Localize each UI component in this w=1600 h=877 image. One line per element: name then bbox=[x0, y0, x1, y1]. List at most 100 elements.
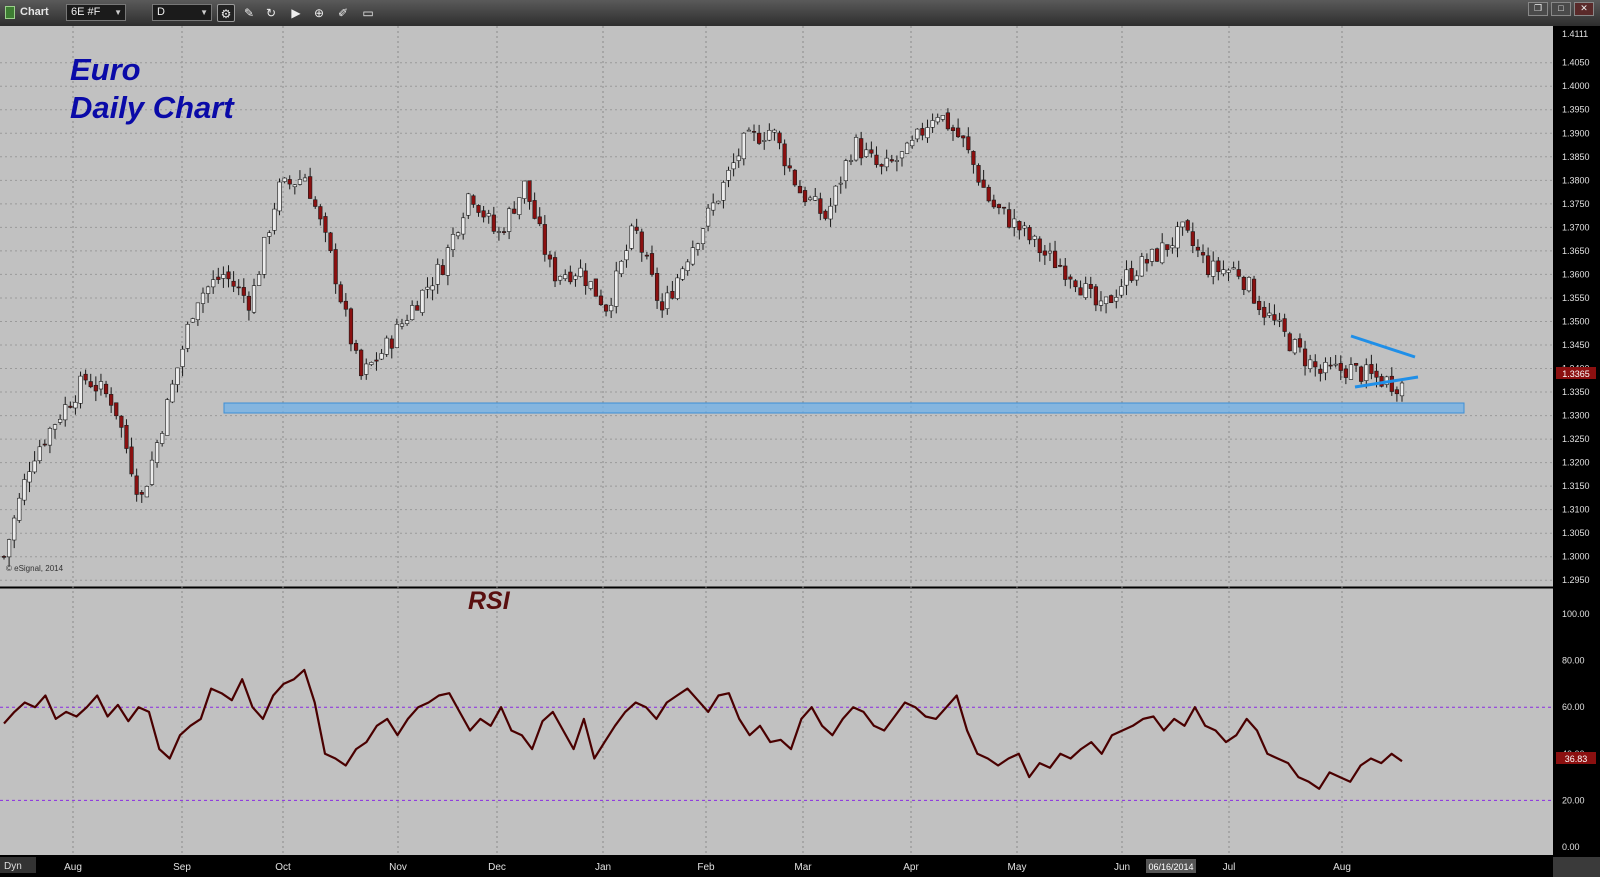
rsi-tick-label: 60.00 bbox=[1562, 702, 1585, 712]
close-button[interactable]: ✕ bbox=[1574, 2, 1594, 16]
candle-body bbox=[47, 428, 53, 446]
candle-body bbox=[522, 180, 527, 199]
candle-body bbox=[1328, 364, 1333, 367]
candle-body bbox=[93, 384, 98, 392]
close-icon: ✕ bbox=[1580, 3, 1588, 13]
play-button[interactable]: ▶ bbox=[287, 4, 305, 22]
interval-value: D bbox=[157, 6, 165, 18]
candle-body bbox=[195, 302, 200, 321]
candle-body bbox=[1109, 295, 1114, 304]
candle-body bbox=[78, 375, 83, 404]
candle-body bbox=[1246, 277, 1252, 292]
candle-body bbox=[1119, 286, 1124, 296]
candle-body bbox=[455, 232, 461, 237]
candle-body bbox=[762, 140, 767, 142]
candle-body bbox=[537, 216, 542, 225]
candle-body bbox=[711, 202, 716, 211]
candle-body bbox=[63, 404, 68, 421]
candle-body bbox=[1007, 209, 1012, 228]
interval-select[interactable]: D ▼ bbox=[152, 4, 212, 21]
candle-body bbox=[726, 170, 731, 181]
candle-body bbox=[787, 165, 792, 169]
restore-button[interactable]: ❐ bbox=[1528, 2, 1548, 16]
candle-body bbox=[665, 292, 670, 309]
candle-body bbox=[578, 267, 583, 277]
candle-body bbox=[1389, 375, 1394, 392]
price-tick-label: 1.3300 bbox=[1562, 411, 1590, 421]
candle-body bbox=[129, 446, 134, 475]
rsi-tick-label: 20.00 bbox=[1562, 795, 1585, 805]
candle-body bbox=[971, 151, 976, 165]
candle-body bbox=[700, 228, 706, 244]
zoom-icon: ⊕ bbox=[313, 6, 325, 20]
chart-title-line1: Euro bbox=[70, 52, 141, 87]
candle-body bbox=[1257, 300, 1262, 311]
candle-body bbox=[1241, 276, 1246, 290]
candle-body bbox=[481, 210, 486, 218]
candle-body bbox=[981, 179, 986, 188]
maximize-button[interactable]: □ bbox=[1551, 2, 1571, 16]
candle-body bbox=[568, 271, 573, 283]
candle-body bbox=[27, 471, 32, 483]
candle-body bbox=[904, 142, 910, 154]
candle-body bbox=[308, 176, 313, 199]
support-zone[interactable] bbox=[223, 402, 1465, 414]
candle-body bbox=[491, 214, 496, 232]
candle-body bbox=[593, 278, 598, 297]
candle-body bbox=[1195, 246, 1201, 251]
candle-body bbox=[1129, 268, 1134, 281]
candle-body bbox=[1251, 278, 1257, 304]
candle-body bbox=[501, 231, 507, 233]
candle-body bbox=[282, 177, 287, 182]
price-tick-label: 1.3350 bbox=[1562, 387, 1590, 397]
settings-button[interactable]: ⚙ bbox=[217, 4, 235, 22]
window-button[interactable]: ▭ bbox=[359, 4, 377, 22]
refresh-button[interactable]: ↻ bbox=[262, 4, 280, 22]
candle-body bbox=[211, 279, 216, 288]
candle-body bbox=[1047, 250, 1053, 254]
candle-body bbox=[685, 261, 690, 271]
candle-body bbox=[833, 185, 838, 206]
candle-body bbox=[690, 247, 695, 265]
candle-body bbox=[1353, 363, 1359, 366]
candle-body bbox=[328, 232, 333, 252]
candle-body bbox=[746, 129, 752, 132]
symbol-select[interactable]: 6E #F ▼ bbox=[66, 4, 126, 21]
candle-body bbox=[1149, 248, 1155, 262]
candle-body bbox=[1348, 364, 1354, 380]
candle-body bbox=[802, 190, 808, 203]
candle-body bbox=[706, 207, 711, 227]
candle-body bbox=[1282, 318, 1287, 332]
candle-body bbox=[552, 257, 558, 282]
price-tick-label: 1.3450 bbox=[1562, 340, 1590, 350]
time-tick-label: Feb bbox=[697, 862, 715, 873]
tools-button[interactable]: ✐ bbox=[334, 4, 352, 22]
rsi-tick-label: 80.00 bbox=[1562, 656, 1585, 666]
candle-body bbox=[1262, 306, 1267, 318]
chart-canvas: 1.4111 1.4050 1.4000 1.3950 1.3900 1.3850 1.38… bbox=[0, 26, 1600, 877]
candle-body bbox=[1308, 359, 1313, 369]
candle-body bbox=[884, 157, 889, 168]
candle-body bbox=[42, 443, 47, 446]
candle-body bbox=[609, 305, 614, 312]
candle-body bbox=[680, 268, 685, 280]
candle-body bbox=[103, 383, 109, 395]
candle-body bbox=[1369, 364, 1374, 374]
zoom-button[interactable]: ⊕ bbox=[310, 4, 328, 22]
candle-body bbox=[792, 169, 797, 186]
candle-body bbox=[848, 160, 854, 162]
rsi-tick-label: 0.00 bbox=[1562, 842, 1580, 852]
candle-body bbox=[471, 195, 476, 205]
candle-body bbox=[1027, 227, 1032, 241]
candle-body bbox=[1144, 259, 1149, 264]
candle-body bbox=[359, 349, 364, 377]
rsi-plot-area bbox=[0, 588, 1553, 855]
candle-body bbox=[496, 231, 502, 233]
draw-button[interactable]: ✎ bbox=[240, 4, 258, 22]
candle-body bbox=[843, 160, 848, 182]
candle-body bbox=[7, 539, 12, 558]
candle-body bbox=[644, 254, 649, 257]
candle-body bbox=[1175, 226, 1180, 249]
rsi-label: RSI bbox=[468, 587, 511, 615]
candle-body bbox=[1154, 248, 1160, 262]
